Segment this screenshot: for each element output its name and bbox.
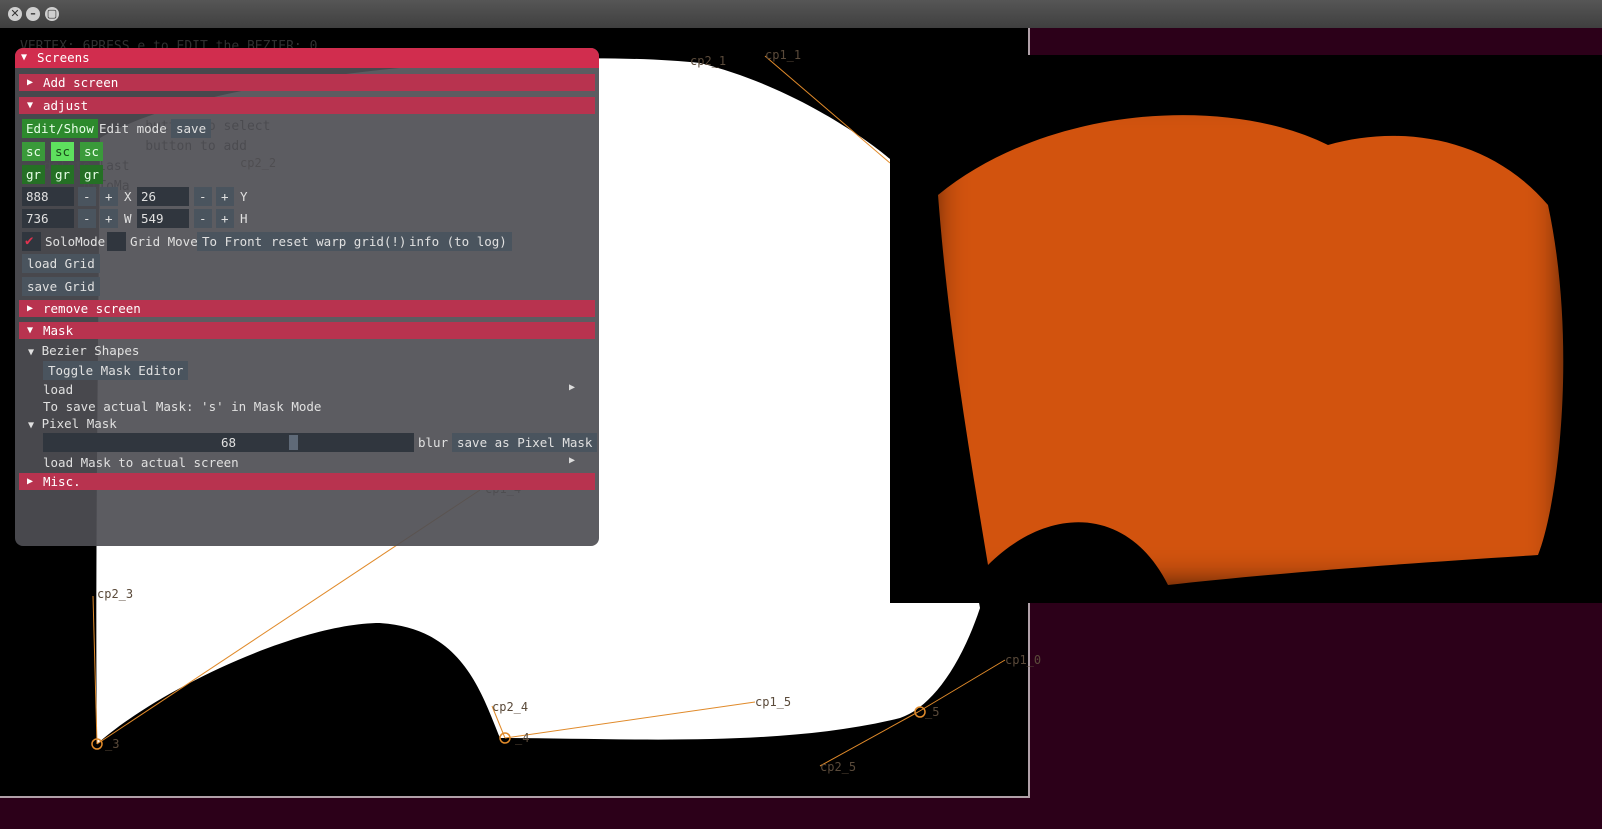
adjust-label: adjust: [43, 98, 89, 113]
h-value-input[interactable]: 549: [137, 209, 189, 228]
w-increment-button[interactable]: +: [100, 209, 118, 228]
close-icon[interactable]: ✕: [8, 7, 22, 21]
chevron-down-icon: ▼: [21, 52, 28, 63]
cp-label: cp1_1: [765, 48, 802, 62]
pixel-mask-label: Pixel Mask: [41, 416, 117, 431]
chevron-right-icon: ▶: [27, 77, 34, 88]
blurred-mask-shape: [928, 85, 1568, 590]
load-mask-menu[interactable]: load Mask to actual screen ▶: [43, 455, 583, 470]
blur-value: 68: [220, 435, 237, 450]
h-increment-button[interactable]: +: [216, 209, 234, 228]
sc-button[interactable]: sc: [22, 142, 46, 161]
sc-button[interactable]: sc: [51, 142, 75, 161]
load-menu[interactable]: load ▶: [43, 382, 583, 397]
bezier-shapes-label: Bezier Shapes: [41, 343, 140, 358]
save-hint-text: To save actual Mask: 's' in Mask Mode: [43, 399, 322, 414]
misc-header[interactable]: ▶ Misc.: [19, 473, 595, 490]
pixel-mask-node[interactable]: ▼ Pixel Mask: [28, 416, 117, 431]
chevron-right-icon: ▶: [27, 476, 34, 487]
w-decrement-button[interactable]: -: [78, 209, 96, 228]
load-grid-button[interactable]: load Grid: [22, 254, 100, 273]
chevron-right-icon: ▶: [568, 382, 575, 393]
save-pixel-mask-button[interactable]: save as Pixel Mask: [452, 433, 598, 452]
w-label: W: [124, 211, 132, 226]
edit-mode-label: Edit mode: [99, 121, 167, 136]
load-label: load: [43, 382, 74, 397]
solo-mode-checkbox[interactable]: [22, 232, 41, 251]
desktop-background-bottom: [0, 798, 1602, 829]
remove-screen-label: remove screen: [43, 301, 141, 316]
cp-label: cp2_4: [492, 700, 529, 714]
cp-label: _5: [925, 705, 940, 719]
chevron-down-icon: ▼: [28, 347, 35, 358]
blur-label: blur: [418, 435, 449, 450]
add-screen-header[interactable]: ▶ Add screen: [19, 74, 595, 91]
minimize-icon[interactable]: –: [26, 7, 40, 21]
cp-label: _4: [515, 731, 530, 745]
cp-label: cp2_3: [97, 587, 134, 601]
info-log-button[interactable]: info (to log): [404, 232, 512, 251]
desktop-background: [1030, 28, 1602, 55]
grid-move-label: Grid Move: [130, 234, 198, 249]
save-grid-button[interactable]: save Grid: [22, 277, 100, 296]
chevron-down-icon: ▼: [28, 420, 35, 431]
y-decrement-button[interactable]: -: [194, 187, 212, 206]
maximize-icon[interactable]: ▢: [45, 7, 59, 21]
x-value-input[interactable]: 888: [22, 187, 74, 206]
y-value-input[interactable]: 26: [137, 187, 189, 206]
cp-label: cp2_1: [690, 54, 727, 68]
reset-warp-grid-button[interactable]: reset warp grid(!): [266, 232, 412, 251]
x-decrement-button[interactable]: -: [78, 187, 96, 206]
load-mask-label: load Mask to actual screen: [43, 455, 239, 470]
edit-show-button[interactable]: Edit/Show: [22, 119, 98, 138]
solo-mode-label: SoloMode: [45, 234, 106, 249]
remove-screen-header[interactable]: ▶ remove screen: [19, 300, 595, 317]
chevron-down-icon: ▼: [27, 100, 34, 111]
y-increment-button[interactable]: +: [216, 187, 234, 206]
mask-label: Mask: [43, 323, 74, 338]
chevron-down-icon: ▼: [27, 325, 34, 336]
sc-button[interactable]: sc: [80, 142, 104, 161]
h-decrement-button[interactable]: -: [194, 209, 212, 228]
cp-label: _3: [105, 737, 120, 751]
misc-label: Misc.: [43, 474, 81, 489]
toggle-mask-editor-button[interactable]: Toggle Mask Editor: [43, 361, 189, 380]
to-front-button[interactable]: To Front: [197, 232, 268, 251]
screens-header-label: Screens: [37, 50, 90, 65]
add-screen-label: Add screen: [43, 75, 119, 90]
save-button[interactable]: save: [171, 119, 212, 138]
cp-label: cp1_0: [1005, 653, 1042, 667]
chevron-right-icon: ▶: [568, 455, 575, 466]
blur-slider[interactable]: 68: [43, 433, 414, 452]
bezier-shapes-node[interactable]: ▼ Bezier Shapes: [28, 343, 139, 358]
cp-label: cp2_5: [820, 760, 857, 774]
w-value-input[interactable]: 736: [22, 209, 74, 228]
grid-move-checkbox[interactable]: [107, 232, 126, 251]
x-label: X: [124, 189, 132, 204]
gr-button[interactable]: gr: [22, 165, 46, 184]
mask-preview: [890, 55, 1602, 603]
y-label: Y: [240, 189, 248, 204]
screens-header[interactable]: ▼ Screens: [15, 48, 599, 68]
chevron-right-icon: ▶: [27, 303, 34, 314]
vertex-handle[interactable]: [914, 706, 926, 718]
h-label: H: [240, 211, 248, 226]
gr-button[interactable]: gr: [51, 165, 75, 184]
adjust-header[interactable]: ▼ adjust: [19, 97, 595, 114]
mask-header[interactable]: ▼ Mask: [19, 322, 595, 339]
gr-button[interactable]: gr: [80, 165, 104, 184]
x-increment-button[interactable]: +: [100, 187, 118, 206]
cp-label: cp1_5: [755, 695, 792, 709]
screens-panel: ▼ Screens ▶ Add screen ▼ adjust Edit/Show E…: [15, 48, 599, 546]
window-titlebar: ✕ – ▢: [0, 0, 1602, 28]
